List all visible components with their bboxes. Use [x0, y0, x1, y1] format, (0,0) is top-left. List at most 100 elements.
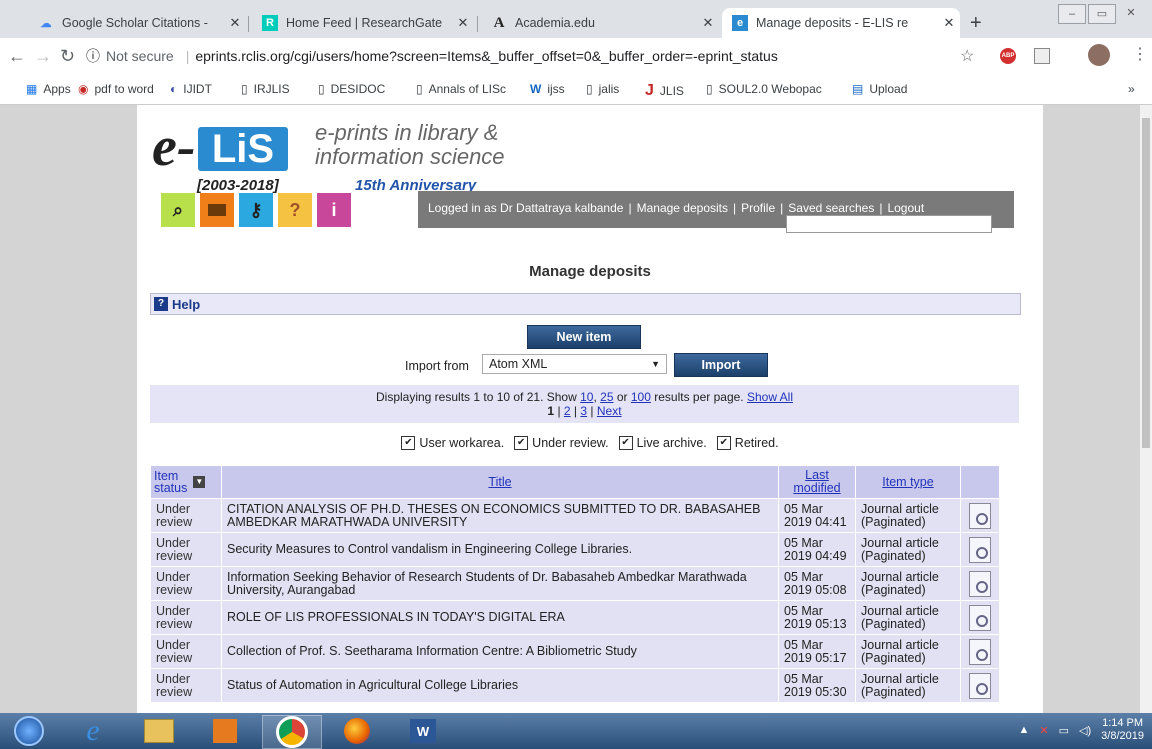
star-icon[interactable]: ☆	[960, 46, 974, 66]
firefox-icon[interactable]	[328, 715, 386, 747]
item-title[interactable]: ROLE OF LIS PROFESSIONALS IN TODAY'S DIG…	[221, 600, 779, 635]
help-bar[interactable]: ? Help	[150, 293, 1021, 315]
minimize-icon[interactable]: –	[1058, 4, 1086, 24]
logout-link[interactable]: Logout	[887, 201, 924, 215]
close-icon[interactable]: ✕	[697, 15, 719, 31]
bookmark-soul[interactable]: ▯ SOUL2.0 Webopac	[706, 82, 822, 96]
display-icon[interactable]: ▭	[1059, 724, 1069, 737]
bookmark-jlis[interactable]: J JLIS	[645, 82, 684, 100]
column-header-type[interactable]: Item type	[855, 465, 961, 499]
clock[interactable]: 1:14 PM 3/8/2019	[1101, 717, 1144, 743]
checkbox-checked-icon[interactable]: ✔	[618, 436, 633, 450]
chrome-icon[interactable]	[262, 715, 322, 749]
tray-expand-icon[interactable]: ▲	[1019, 724, 1030, 736]
close-icon[interactable]: ✕	[224, 15, 246, 31]
bookmark-desidoc[interactable]: ▯ DESIDOC	[318, 82, 385, 96]
logo-lis: LiS	[198, 127, 288, 171]
file-explorer-icon[interactable]	[130, 715, 188, 747]
view-item-icon[interactable]	[969, 502, 991, 529]
browse-folder-icon[interactable]	[200, 193, 234, 227]
tab-manage-deposits[interactable]: e Manage deposits - E-LIS re ✕	[722, 8, 960, 38]
close-icon[interactable]: ✕	[938, 15, 960, 31]
view-item-icon[interactable]	[969, 604, 991, 631]
column-header-title[interactable]: Title	[221, 465, 779, 499]
item-title[interactable]: Information Seeking Behavior of Research…	[221, 566, 779, 601]
menu-dots-icon[interactable]: ⋮	[1132, 44, 1148, 64]
volume-icon[interactable]: ◁)	[1079, 724, 1091, 737]
sort-desc-icon[interactable]: ▼	[193, 476, 206, 488]
per-page-100-link[interactable]: 100	[631, 390, 651, 404]
view-item-icon[interactable]	[969, 570, 991, 597]
network-warning-icon[interactable]: ✕	[1039, 724, 1048, 737]
bookmark-ijidt[interactable]: ◐ IJIDT	[170, 82, 212, 96]
maximize-icon[interactable]: ▭	[1088, 4, 1116, 24]
import-button[interactable]: Import	[674, 353, 768, 377]
bookmark-pdf-to-word[interactable]: ◉ pdf to word	[78, 82, 154, 96]
reload-icon[interactable]: ↻	[60, 46, 75, 67]
bookmark-ijss[interactable]: Wijss	[530, 82, 565, 96]
checkbox-checked-icon[interactable]: ✔	[514, 436, 529, 450]
checkbox-checked-icon[interactable]: ✔	[716, 436, 731, 450]
tab-academia[interactable]: A Academia.edu ✕	[481, 8, 719, 38]
item-status: Under review	[150, 566, 222, 601]
new-tab-button[interactable]: +	[970, 12, 982, 35]
close-window-icon[interactable]: ✕	[1118, 4, 1144, 22]
view-item-icon[interactable]	[969, 536, 991, 563]
address-bar[interactable]: ⓘ Not secure | eprints.rclis.org/cgi/use…	[86, 43, 992, 69]
next-page-link[interactable]: Next	[597, 404, 622, 418]
adblock-icon[interactable]: ABP	[1000, 48, 1016, 64]
view-item-icon[interactable]	[969, 638, 991, 665]
filter-live-archive[interactable]: ✔ Live archive.	[618, 436, 707, 450]
extension-icon[interactable]	[1034, 48, 1050, 64]
avatar[interactable]	[1088, 44, 1110, 66]
tab-researchgate[interactable]: R Home Feed | ResearchGate ✕	[252, 8, 474, 38]
system-tray: ▲ ✕ ▭ ◁) 1:14 PM 3/8/2019	[1019, 717, 1144, 743]
page-3-link[interactable]: 3	[580, 404, 587, 418]
profile-link[interactable]: Profile	[741, 201, 775, 215]
bookmark-irjlis[interactable]: ▯ IRJLIS	[241, 82, 290, 96]
filter-user-workarea[interactable]: ✔ User workarea.	[401, 436, 504, 450]
item-title[interactable]: Status of Automation in Agricultural Col…	[221, 668, 779, 703]
item-title[interactable]: Security Measures to Control vandalism i…	[221, 532, 779, 567]
forward-arrow-icon[interactable]: →	[34, 46, 52, 67]
page-2-link[interactable]: 2	[564, 404, 571, 418]
filter-retired[interactable]: ✔ Retired.	[716, 436, 779, 450]
column-header-status[interactable]: Item status ▼	[150, 465, 222, 499]
column-header-modified[interactable]: Last modified	[778, 465, 856, 499]
show-all-link[interactable]: Show All	[747, 390, 793, 404]
outlook-icon[interactable]	[196, 715, 254, 747]
scrollbar-thumb[interactable]	[1142, 118, 1150, 448]
bookmark-annals[interactable]: ▯ Annals of LISc	[416, 82, 506, 96]
saved-searches-link[interactable]: Saved searches	[788, 201, 874, 215]
item-actions	[960, 532, 1000, 567]
item-title[interactable]: Collection of Prof. S. Seetharama Inform…	[221, 634, 779, 669]
close-icon[interactable]: ✕	[452, 15, 474, 31]
bookmark-jalis[interactable]: ▯ jalis	[586, 82, 619, 96]
key-icon[interactable]: ⚷	[239, 193, 273, 227]
item-title[interactable]: CITATION ANALYSIS OF PH.D. THESES ON ECO…	[221, 498, 779, 533]
per-page-10-link[interactable]: 10	[580, 390, 593, 404]
bookmark-apps[interactable]: ▦ Apps	[26, 82, 71, 96]
new-item-button[interactable]: New item	[527, 325, 641, 349]
info-icon[interactable]: ⓘ	[86, 46, 100, 66]
ie-icon[interactable]: e	[64, 714, 122, 747]
bookmark-upload[interactable]: ▤ Upload	[852, 82, 907, 96]
table-row: Under review Information Seeking Behavior …	[150, 566, 1000, 601]
back-arrow-icon[interactable]: ←	[8, 46, 26, 67]
per-page-25-link[interactable]: 25	[600, 390, 613, 404]
search-input[interactable]	[786, 215, 992, 233]
checkbox-checked-icon[interactable]: ✔	[401, 436, 416, 450]
word-icon[interactable]: W	[394, 715, 452, 747]
chrome-logo-icon	[276, 716, 308, 748]
manage-deposits-link[interactable]: Manage deposits	[637, 201, 728, 215]
tab-google-scholar[interactable]: ☁ Google Scholar Citations - ✕	[28, 8, 246, 38]
start-button[interactable]	[0, 715, 58, 747]
page-icon: ▯	[586, 82, 593, 96]
filter-under-review[interactable]: ✔ Under review.	[514, 436, 609, 450]
info-icon[interactable]: i	[317, 193, 351, 227]
search-icon[interactable]: ⌕	[161, 193, 195, 227]
view-item-icon[interactable]	[969, 672, 991, 699]
import-format-select[interactable]: Atom XML ▼	[482, 354, 667, 374]
bookmark-overflow[interactable]: »	[1128, 82, 1135, 96]
help-question-icon[interactable]: ?	[278, 193, 312, 227]
